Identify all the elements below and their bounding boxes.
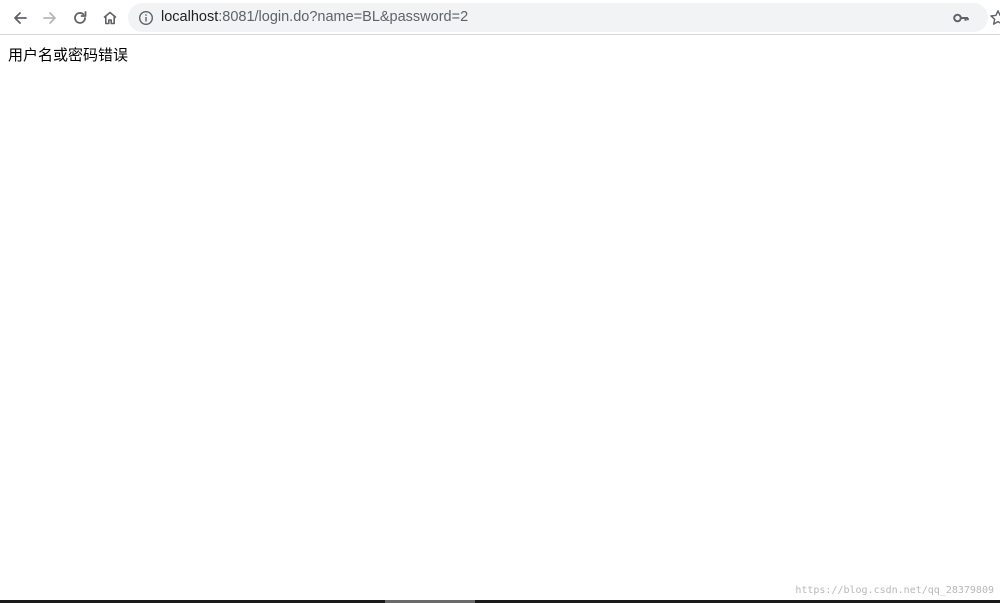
home-icon [103, 11, 117, 25]
back-arrow-icon [14, 12, 27, 24]
reload-icon [74, 11, 87, 24]
info-icon[interactable] [138, 10, 154, 26]
error-message: 用户名或密码错误 [8, 46, 129, 64]
back-button[interactable] [8, 6, 32, 30]
url-text[interactable]: localhost:8081/login.do?name=BL&password… [161, 8, 468, 27]
watermark: https://blog.csdn.net/qq_28379809 [795, 585, 994, 596]
key-icon[interactable] [952, 9, 970, 27]
forward-button[interactable] [38, 6, 62, 30]
star-icon[interactable] [989, 9, 1000, 27]
reload-button[interactable] [68, 6, 92, 30]
url-path: :8081/login.do?name=BL&password=2 [218, 9, 469, 25]
address-bar[interactable]: localhost:8081/login.do?name=BL&password… [128, 3, 988, 32]
browser-toolbar: localhost:8081/login.do?name=BL&password… [0, 0, 1000, 35]
forward-arrow-icon [43, 12, 56, 24]
url-host: localhost [161, 9, 219, 25]
home-button[interactable] [98, 6, 122, 30]
